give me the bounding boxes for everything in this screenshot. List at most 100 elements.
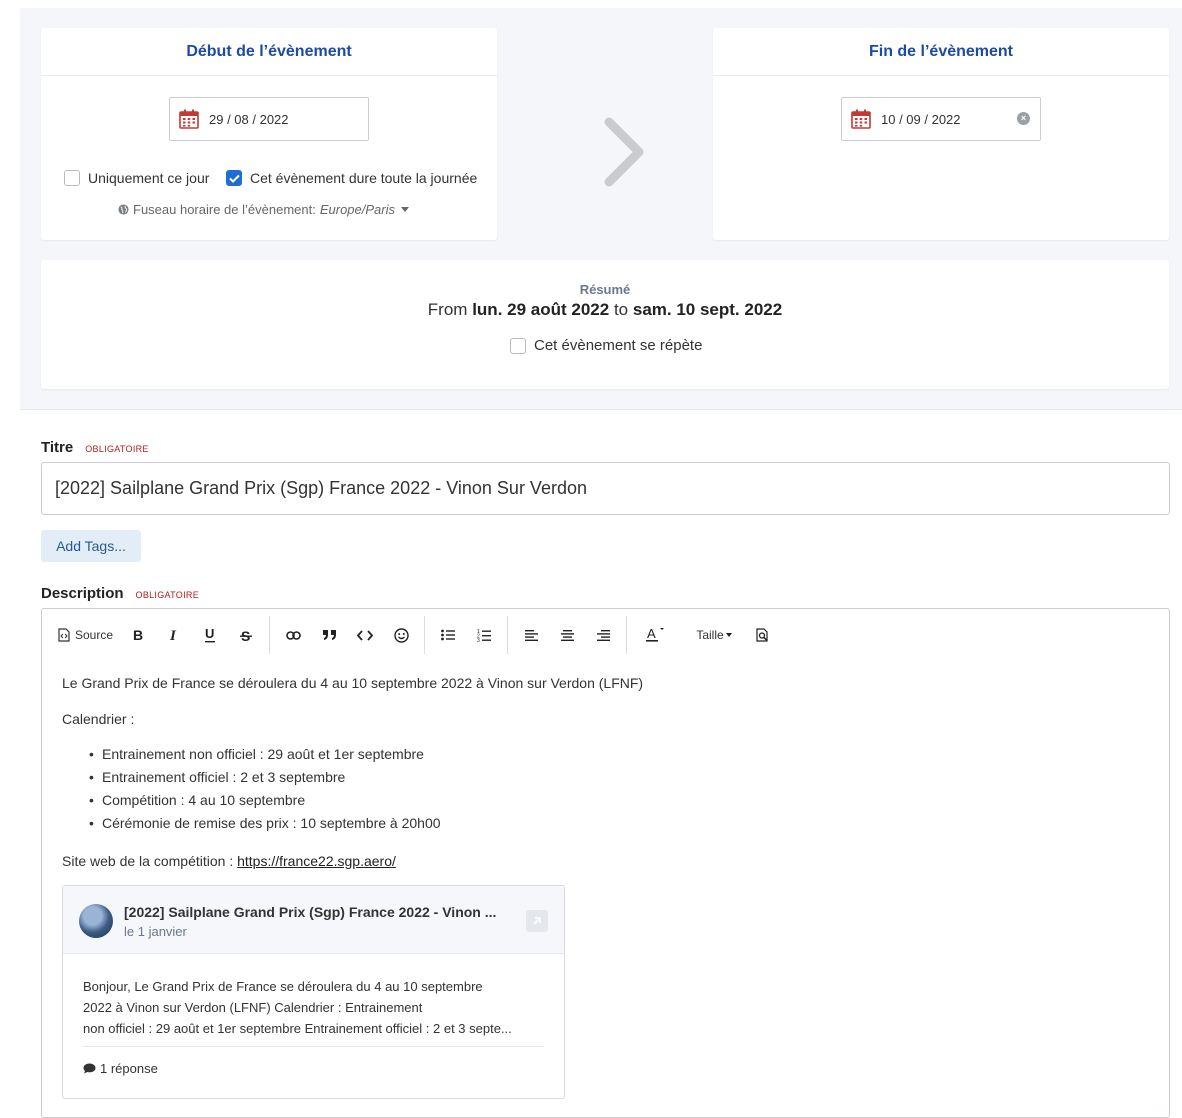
- preview-icon: [755, 628, 768, 642]
- all-day-checkbox[interactable]: [226, 170, 242, 186]
- calendar-heading: Calendrier :: [62, 711, 135, 727]
- summary-label: Résumé: [579, 282, 631, 297]
- description-label: Description: [41, 585, 124, 602]
- link-button[interactable]: [275, 620, 311, 650]
- avatar: [79, 904, 113, 938]
- size-dropdown[interactable]: Taille: [684, 620, 744, 650]
- all-day-label: Cet évènement dure toute la journée: [250, 170, 478, 186]
- all-day-option[interactable]: Cet évènement dure toute la journée: [226, 170, 477, 186]
- numbered-list-icon: 1 2 3: [477, 629, 491, 642]
- code-button[interactable]: [347, 620, 383, 650]
- svg-text:3: 3: [477, 638, 480, 642]
- add-tags-button[interactable]: Add Tags...: [41, 530, 141, 562]
- timezone-selector[interactable]: Fuseau horaire de l’évènement: Europe/Pa…: [118, 202, 409, 217]
- preview-header: [2022] Sailplane Grand Prix (Sgp) France…: [63, 886, 564, 954]
- schedule-list: Entrainement non officiel : 29 août et 1…: [62, 743, 662, 835]
- preview-date: le 1 janvier: [124, 924, 187, 939]
- align-center-button[interactable]: [549, 620, 585, 650]
- website-label: Site web de la compétition :: [62, 853, 234, 869]
- text-color-button[interactable]: A: [632, 620, 678, 650]
- external-link-icon[interactable]: [526, 910, 548, 932]
- end-card: Fin de l’évènement 10 / 09 / 2022 ×: [713, 28, 1169, 240]
- toolbar-separator: [269, 616, 270, 654]
- repeat-option[interactable]: Cet évènement se répète: [510, 337, 702, 354]
- caret-down-icon: [401, 207, 409, 212]
- timezone-value: Europe/Paris: [319, 202, 395, 217]
- repeat-checkbox[interactable]: [510, 337, 526, 354]
- svg-text:U: U: [205, 627, 214, 641]
- summary-to-word: to: [613, 300, 629, 319]
- list-item: Compétition : 4 au 10 septembre: [89, 789, 662, 812]
- title-label-row: Titre OBLIGATOIRE: [41, 439, 149, 456]
- intro-paragraph: Le Grand Prix de France se déroulera du …: [62, 675, 644, 691]
- end-date-value: 10 / 09 / 2022: [881, 111, 961, 127]
- bullet-list-button[interactable]: [430, 620, 466, 650]
- underline-icon: U: [205, 627, 215, 643]
- align-left-icon: [524, 629, 538, 641]
- quote-icon: [322, 630, 336, 640]
- size-label: Taille: [696, 628, 724, 642]
- start-date-value: 29 / 08 / 2022: [209, 111, 289, 127]
- reply-count: 1 réponse: [100, 1061, 158, 1076]
- title-input[interactable]: [2022] Sailplane Grand Prix (Sgp) France…: [41, 462, 1170, 515]
- start-date-input[interactable]: 29 / 08 / 2022: [169, 97, 369, 141]
- preview-footer: 1 réponse: [83, 1061, 158, 1076]
- preview-button[interactable]: [744, 620, 780, 650]
- website-link[interactable]: https://france22.sgp.aero/: [237, 853, 396, 869]
- svg-text:B: B: [133, 628, 143, 642]
- preview-title[interactable]: [2022] Sailplane Grand Prix (Sgp) France…: [124, 904, 496, 920]
- numbered-list-button[interactable]: 1 2 3: [466, 620, 502, 650]
- check-icon: [228, 174, 240, 183]
- only-this-day-option[interactable]: Uniquement ce jour: [64, 170, 209, 186]
- summary-from-date: lun. 29 août 2022: [472, 300, 610, 319]
- strikethrough-button[interactable]: S: [228, 620, 264, 650]
- svg-text:A: A: [647, 627, 656, 641]
- bold-icon: B: [133, 628, 143, 642]
- caret-down-icon: [725, 633, 732, 637]
- code-icon: [357, 629, 373, 641]
- source-button[interactable]: Source: [54, 620, 120, 650]
- website-line: Site web de la compétition : https://fra…: [62, 853, 396, 869]
- quote-button[interactable]: [311, 620, 347, 650]
- globe-icon: [118, 204, 129, 215]
- end-date-input[interactable]: 10 / 09 / 2022 ×: [841, 97, 1041, 141]
- calendar-icon: [851, 109, 871, 129]
- start-card: Début de l’évènement 29 / 08 / 2022 Uniq…: [41, 28, 497, 240]
- align-center-icon: [560, 629, 574, 641]
- only-this-day-checkbox[interactable]: [64, 170, 80, 186]
- link-icon: [285, 630, 301, 640]
- only-this-day-label: Uniquement ce jour: [88, 170, 210, 186]
- clear-icon[interactable]: ×: [1017, 112, 1030, 125]
- list-item: Entrainement non officiel : 29 août et 1…: [89, 743, 662, 766]
- emoji-button[interactable]: [383, 620, 419, 650]
- calendar-icon: [179, 109, 199, 129]
- comment-icon: [83, 1063, 96, 1074]
- description-editor[interactable]: Source B I U S: [41, 608, 1170, 1118]
- event-dates-panel: Début de l’évènement 29 / 08 / 2022 Uniq…: [20, 8, 1182, 410]
- summary-text: From lun. 29 août 2022 to sam. 10 sept. …: [41, 300, 1169, 320]
- italic-icon: I: [169, 628, 177, 642]
- preview-excerpt: Bonjour, Le Grand Prix de France se déro…: [83, 976, 544, 1039]
- align-right-button[interactable]: [585, 620, 621, 650]
- bold-button[interactable]: B: [120, 620, 156, 650]
- align-right-icon: [596, 629, 610, 641]
- smiley-icon: [393, 627, 409, 643]
- preview-divider: [83, 1046, 544, 1047]
- italic-button[interactable]: I: [156, 620, 192, 650]
- excerpt-line: 2022 à Vinon sur Verdon (LFNF) Calendrie…: [83, 1000, 423, 1015]
- toolbar-separator: [507, 616, 508, 654]
- required-badge: OBLIGATOIRE: [135, 590, 199, 600]
- underline-button[interactable]: U: [192, 620, 228, 650]
- toolbar-separator: [626, 616, 627, 654]
- excerpt-line: non officiel : 29 août et 1er septembre …: [83, 1021, 512, 1036]
- link-preview-card[interactable]: [2022] Sailplane Grand Prix (Sgp) France…: [62, 885, 565, 1099]
- required-badge: OBLIGATOIRE: [85, 444, 149, 454]
- svg-text:I: I: [169, 628, 177, 642]
- end-header: Fin de l’évènement: [713, 28, 1169, 76]
- toolbar-separator: [424, 616, 425, 654]
- summary-to-date: sam. 10 sept. 2022: [632, 300, 783, 319]
- excerpt-line: Bonjour, Le Grand Prix de France se déro…: [83, 979, 483, 994]
- title-label: Titre: [41, 439, 74, 456]
- align-left-button[interactable]: [513, 620, 549, 650]
- list-item: Cérémonie de remise des prix : 10 septem…: [89, 812, 662, 835]
